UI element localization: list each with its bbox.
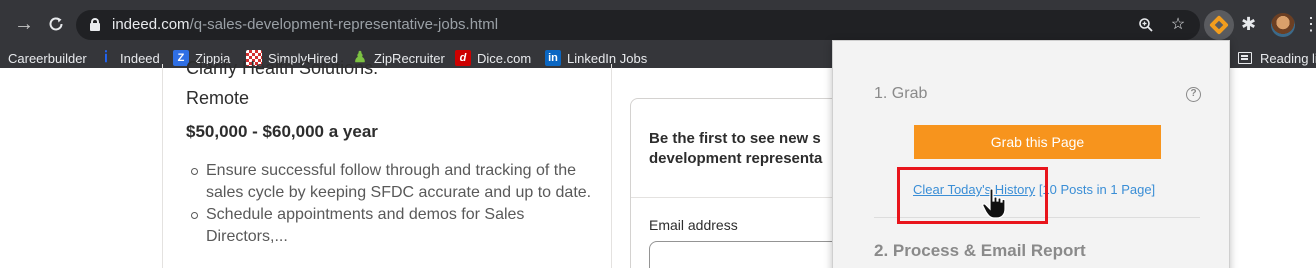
job-card[interactable]: Clarify Health Solutions. Remote $50,000… — [162, 58, 612, 268]
refresh-icon[interactable] — [44, 12, 68, 36]
bookmark-indeed[interactable]: ⅰ Indeed — [98, 48, 160, 68]
puzzle-icon[interactable]: ✱ — [1236, 10, 1266, 40]
list-item: Ensure successful follow through and tra… — [191, 160, 606, 204]
section-title-grab: 1. Grab — [874, 85, 928, 102]
bookmark-label: Indeed — [120, 50, 160, 66]
menu-icon[interactable]: ⋮ — [1302, 12, 1316, 36]
highlight-box — [897, 167, 1048, 224]
reading-list-icon — [1238, 52, 1252, 64]
company-name[interactable]: Clarify Health Solutions. — [186, 58, 378, 79]
indeed-icon: ⅰ — [103, 49, 109, 66]
section-title-process: 2. Process & Email Report — [874, 241, 1086, 260]
extension-icon[interactable] — [1204, 10, 1234, 40]
email-label: Email address — [649, 217, 738, 233]
job-salary: $50,000 - $60,000 a year — [186, 122, 378, 141]
bookmark-careerbuilder[interactable]: Careerbuilder — [8, 48, 87, 68]
zoom-icon[interactable] — [1136, 15, 1156, 35]
star-icon[interactable]: ☆ — [1168, 15, 1188, 35]
job-location: Remote — [186, 88, 250, 108]
extension-popup: 1. Grab ? Grab this Page Clear Today's H… — [832, 40, 1230, 268]
address-bar[interactable]: indeed.com/q-sales-development-represent… — [76, 10, 1200, 40]
popup-body: 1. Grab ? Grab this Page Clear Today's H… — [833, 41, 1229, 268]
history-count: [10 Posts in 1 Page] — [1038, 182, 1156, 197]
bookmark-label: Careerbuilder — [8, 50, 87, 66]
hand-cursor-icon — [982, 188, 1006, 219]
grab-page-button[interactable]: Grab this Page — [914, 125, 1161, 159]
avatar[interactable] — [1271, 13, 1295, 37]
help-icon[interactable]: ? — [1186, 87, 1201, 102]
reading-list-label: Reading lis — [1260, 50, 1316, 66]
reading-list[interactable]: Reading lis — [1238, 48, 1316, 68]
back-arrow-icon[interactable]: → — [12, 12, 36, 36]
browser-window: → indeed.com/q-sales-development-represe… — [0, 0, 1316, 268]
url-text[interactable]: indeed.com/q-sales-development-represent… — [112, 16, 498, 33]
list-item: Schedule appointments and demos for Sale… — [191, 204, 606, 248]
job-snippet: Ensure successful follow through and tra… — [191, 160, 606, 248]
lock-icon — [90, 18, 100, 31]
